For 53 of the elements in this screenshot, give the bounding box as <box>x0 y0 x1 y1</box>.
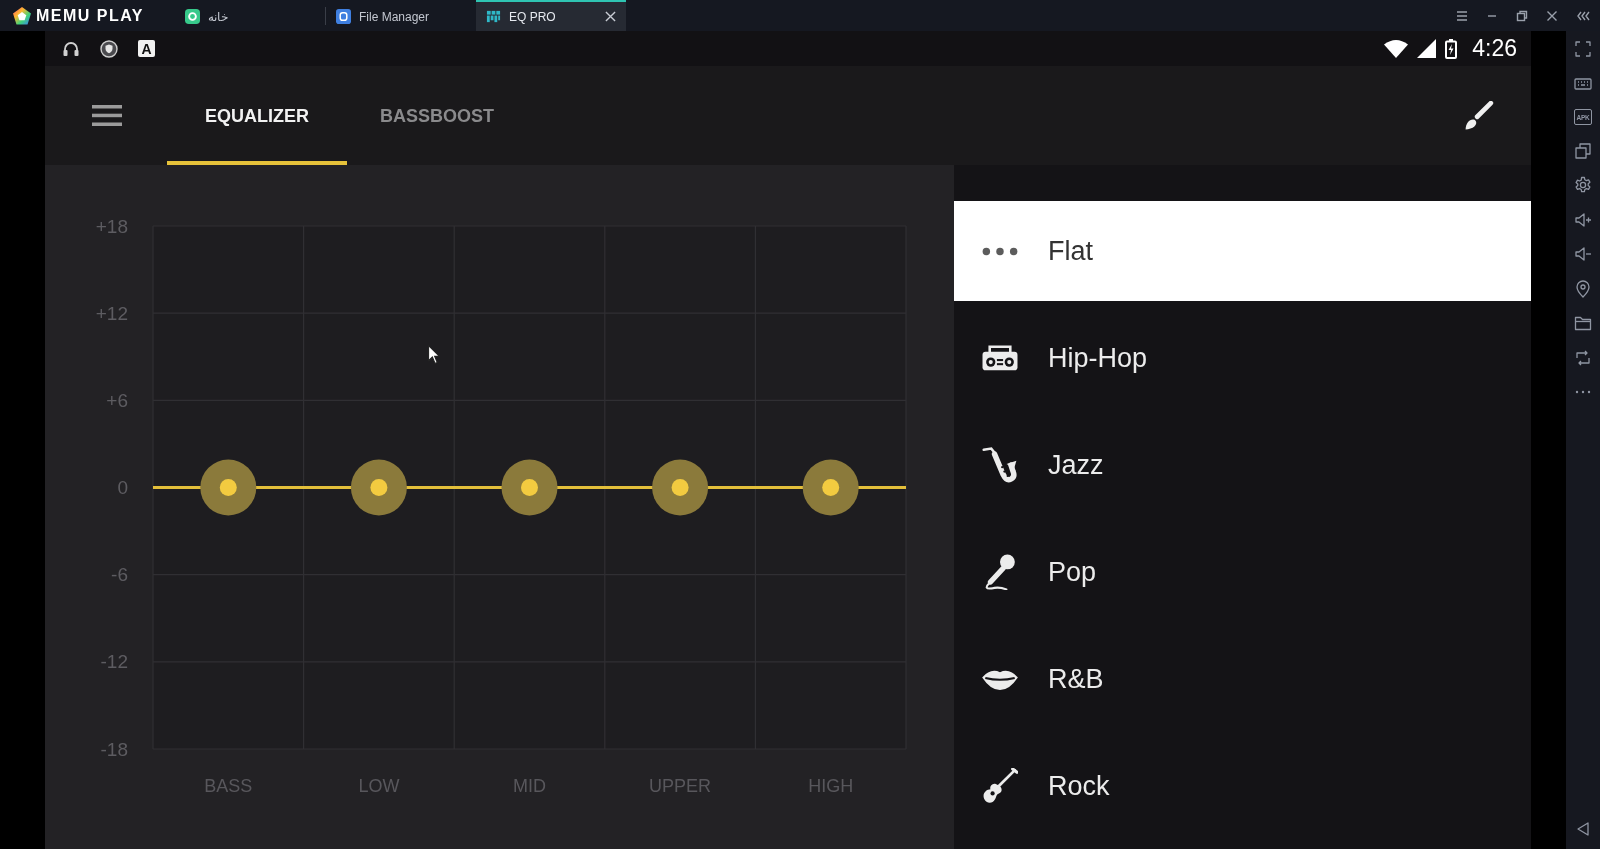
y-axis-label: +18 <box>95 215 128 237</box>
wifi-icon <box>1384 39 1409 58</box>
eq-handle[interactable] <box>200 459 257 516</box>
y-axis-label: +12 <box>95 302 128 324</box>
settings-icon[interactable] <box>1574 176 1592 194</box>
letter-icon: A <box>138 40 155 57</box>
logo-icon <box>12 5 32 26</box>
brand-name: MEMU PLAY <box>36 6 145 25</box>
rotate-icon[interactable] <box>1574 348 1592 367</box>
lips-icon <box>982 668 1018 690</box>
window-tab[interactable]: EQ PRO <box>476 0 626 31</box>
dots-icon <box>982 246 1018 256</box>
preset-item[interactable]: Flat <box>954 201 1531 301</box>
guitar-icon <box>982 768 1018 804</box>
eq-handle[interactable] <box>802 459 859 516</box>
folder-icon[interactable] <box>1574 314 1592 332</box>
window-tab[interactable]: خانه <box>175 0 325 31</box>
app-icon <box>185 9 200 24</box>
y-axis-label: -6 <box>111 564 128 586</box>
y-axis-label: +6 <box>106 389 128 411</box>
volume-down-icon[interactable] <box>1574 245 1592 263</box>
preset-item[interactable]: Rock <box>954 736 1531 836</box>
eq-handle[interactable] <box>350 459 407 516</box>
fullscreen-icon[interactable] <box>1574 40 1592 58</box>
app-icon <box>336 9 351 24</box>
close-icon[interactable] <box>605 11 616 22</box>
headset-icon <box>62 39 80 58</box>
window-tab[interactable]: File Manager <box>326 0 476 31</box>
y-axis-label: -12 <box>100 651 128 673</box>
saxophone-icon <box>982 447 1018 483</box>
menu-icon[interactable] <box>92 105 122 126</box>
paintbrush-icon[interactable] <box>1464 100 1494 131</box>
eq-handle[interactable] <box>652 459 709 516</box>
location-pin-icon[interactable] <box>1574 279 1592 298</box>
signal-icon <box>1417 39 1437 58</box>
boombox-icon <box>982 345 1018 371</box>
preset-item[interactable]: Jazz <box>954 415 1531 515</box>
menu-icon[interactable] <box>1455 8 1469 23</box>
close-icon[interactable] <box>1545 8 1559 23</box>
windows-icon[interactable] <box>1574 141 1592 160</box>
restore-icon[interactable] <box>1515 8 1529 23</box>
y-axis-label: 0 <box>117 477 128 498</box>
app-icon <box>486 9 501 24</box>
shield-icon <box>100 39 118 58</box>
preset-item[interactable]: Hip-Hop <box>954 308 1531 408</box>
mouse-pointer-icon <box>428 345 440 364</box>
y-axis-label: -18 <box>100 738 128 760</box>
tab[interactable]: BASSBOOST <box>347 66 527 165</box>
eq-handle[interactable] <box>501 459 558 516</box>
preset-item[interactable]: R&B <box>954 629 1531 729</box>
clock-time: 4:26 <box>1472 35 1517 62</box>
battery-charging-icon <box>1445 38 1458 59</box>
preset-item[interactable]: Pop <box>954 522 1531 622</box>
